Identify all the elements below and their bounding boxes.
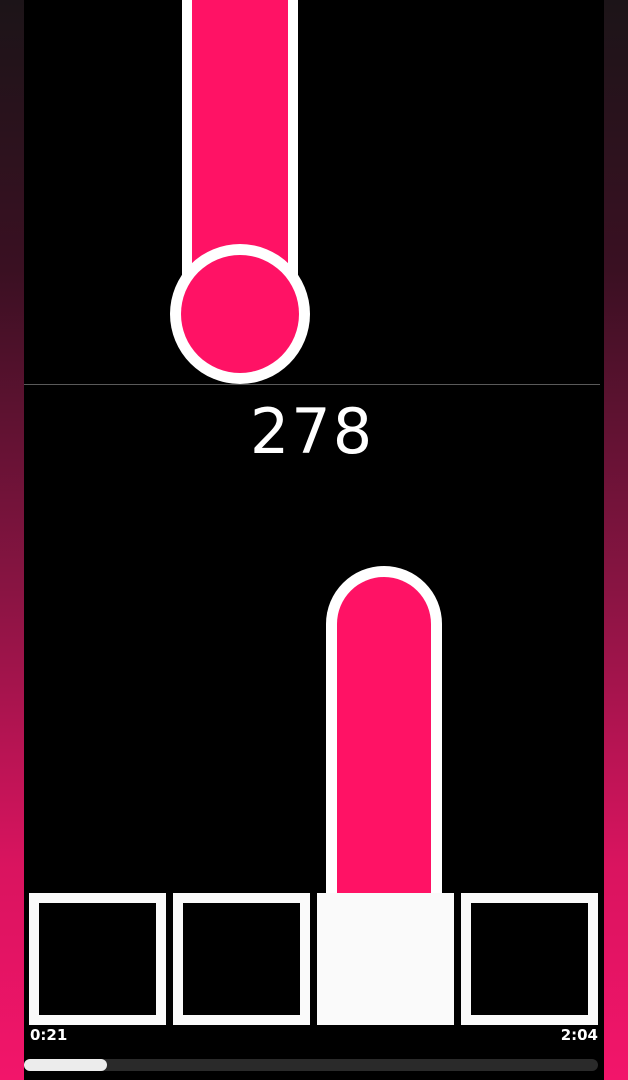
held-note-fill (337, 577, 431, 906)
elapsed-time: 0:21 (30, 1026, 68, 1044)
left-gradient-border (0, 0, 24, 1080)
game-stage: 278 0:21 2:04 (24, 0, 600, 1080)
right-gradient-border (604, 0, 628, 1080)
total-duration: 2:04 (560, 1026, 598, 1044)
score-counter: 278 (249, 395, 375, 468)
stage-divider-line (24, 384, 600, 385)
key-pad-lane-1[interactable] (29, 893, 166, 1025)
song-progress-fill (24, 1059, 108, 1071)
falling-note-head (170, 244, 310, 384)
key-pad-lane-4[interactable] (461, 893, 598, 1025)
held-note (326, 566, 442, 906)
falling-note-head-fill (181, 255, 299, 373)
key-pad-lane-2[interactable] (173, 893, 310, 1025)
song-progress-bar[interactable] (24, 1059, 598, 1071)
key-pad-lane-3[interactable] (317, 893, 454, 1025)
